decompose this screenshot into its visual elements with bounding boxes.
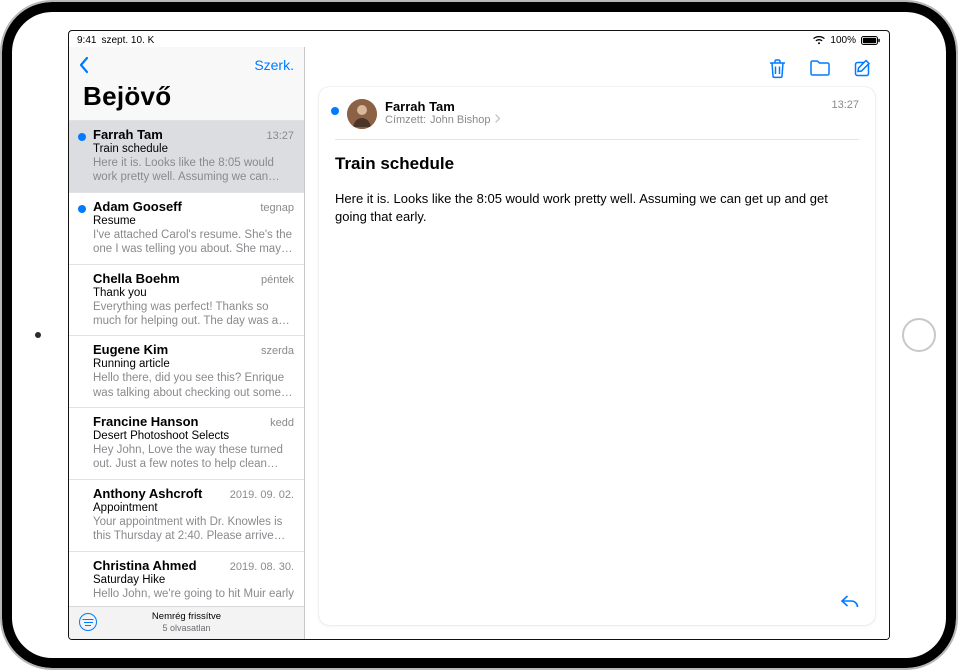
screen: 9:41 szept. 10. K 100% Sz — [68, 30, 890, 640]
back-button[interactable] — [77, 56, 91, 74]
message-subject: Train schedule — [319, 140, 875, 184]
mail-subject: Running article — [93, 358, 294, 370]
mail-from: Francine Hanson — [93, 414, 198, 429]
folder-icon[interactable] — [809, 59, 831, 77]
mail-item[interactable]: Christina Ahmed 2019. 08. 30.Saturday Hik… — [69, 552, 304, 606]
message-card: Farrah Tam Címzett: John Bishop 13:27 — [319, 87, 875, 625]
footer-updated-label: Nemrég frissítve — [79, 611, 294, 623]
mail-subject: Thank you — [93, 287, 294, 299]
footer-status: Nemrég frissítve 5 olvasatlan — [79, 611, 294, 634]
mail-from: Eugene Kim — [93, 342, 168, 357]
status-date: szept. 10. K — [101, 35, 154, 46]
unread-dot-icon — [78, 205, 86, 213]
mail-preview: Everything was perfect! Thanks so much f… — [93, 300, 294, 329]
message-body: Here it is. Looks like the 8:05 would wo… — [319, 184, 875, 232]
message-header: Farrah Tam Címzett: John Bishop 13:27 — [319, 87, 875, 139]
avatar[interactable] — [347, 99, 377, 129]
mail-preview: I've attached Carol's resume. She's the … — [93, 228, 294, 257]
mail-preview: Hello there, did you see this? Enrique w… — [93, 371, 294, 400]
mail-list[interactable]: Farrah Tam 13:27Train scheduleHere it is.… — [69, 120, 304, 606]
mail-date: 2019. 09. 02. — [230, 489, 294, 501]
status-battery-text: 100% — [830, 35, 856, 46]
status-bar: 9:41 szept. 10. K 100% — [69, 31, 889, 47]
sidebar-footer: Nemrég frissítve 5 olvasatlan — [69, 606, 304, 639]
mail-subject: Appointment — [93, 502, 294, 514]
mail-item[interactable]: Eugene Kim szerdaRunning articleHello the… — [69, 336, 304, 408]
mail-preview: Hey John, Love the way these turned out.… — [93, 443, 294, 472]
camera-dot — [35, 332, 41, 338]
to-name: John Bishop — [430, 114, 491, 126]
inbox-title: Bejövő — [69, 79, 304, 120]
footer-unread-count: 5 olvasatlan — [79, 623, 294, 634]
mail-preview: Here it is. Looks like the 8:05 would wo… — [93, 156, 294, 185]
mail-preview: Your appointment with Dr. Knowles is thi… — [93, 515, 294, 544]
mail-from: Adam Gooseff — [93, 199, 182, 214]
chevron-right-icon — [495, 114, 501, 126]
message-from[interactable]: Farrah Tam — [385, 99, 823, 114]
mail-from: Anthony Ashcroft — [93, 486, 202, 501]
mail-subject: Desert Photoshoot Selects — [93, 430, 294, 442]
detail-toolbar — [305, 47, 889, 83]
trash-icon[interactable] — [768, 58, 787, 79]
unread-dot-icon — [331, 107, 339, 115]
mail-date: 13:27 — [266, 130, 294, 142]
mail-date: kedd — [270, 417, 294, 429]
mail-from: Chella Boehm — [93, 271, 180, 286]
mail-subject: Train schedule — [93, 143, 294, 155]
detail-pane: Farrah Tam Címzett: John Bishop 13:27 — [305, 47, 889, 639]
message-to-line[interactable]: Címzett: John Bishop — [385, 114, 823, 126]
reply-icon[interactable] — [839, 592, 861, 615]
mail-item[interactable]: Farrah Tam 13:27Train scheduleHere it is.… — [69, 121, 304, 193]
mail-subject: Resume — [93, 215, 294, 227]
wifi-icon — [813, 36, 825, 45]
mail-item[interactable]: Adam Gooseff tegnapResumeI've attached Ca… — [69, 193, 304, 265]
unread-dot-icon — [78, 133, 86, 141]
mail-from: Farrah Tam — [93, 127, 163, 142]
mail-app: Szerk. Bejövő Farrah Tam13:27Train sched… — [69, 47, 889, 639]
battery-icon — [861, 36, 881, 45]
sidebar: Szerk. Bejövő Farrah Tam 13:27Train sched… — [69, 47, 305, 639]
sidebar-nav: Szerk. — [69, 47, 304, 79]
mail-item[interactable]: Chella Boehm péntekThank youEverything wa… — [69, 265, 304, 337]
mail-from: Christina Ahmed — [93, 558, 197, 573]
mail-item[interactable]: Anthony Ashcroft 2019. 09. 02.Appointment… — [69, 480, 304, 552]
mail-date: péntek — [261, 274, 294, 286]
mail-date: 2019. 08. 30. — [230, 561, 294, 573]
message-time: 13:27 — [831, 99, 859, 111]
mail-date: szerda — [261, 345, 294, 357]
compose-icon[interactable] — [853, 58, 873, 78]
edit-button[interactable]: Szerk. — [254, 57, 294, 73]
to-label: Címzett: — [385, 114, 426, 126]
status-time: 9:41 — [77, 35, 96, 46]
mail-date: tegnap — [260, 202, 294, 214]
mail-item[interactable]: Francine Hanson keddDesert Photoshoot Sel… — [69, 408, 304, 480]
mail-preview: Hello John, we're going to hit Muir earl… — [93, 587, 294, 601]
home-button[interactable] — [902, 318, 936, 352]
ipad-frame: 9:41 szept. 10. K 100% Sz — [0, 0, 958, 670]
mail-subject: Saturday Hike — [93, 574, 294, 586]
